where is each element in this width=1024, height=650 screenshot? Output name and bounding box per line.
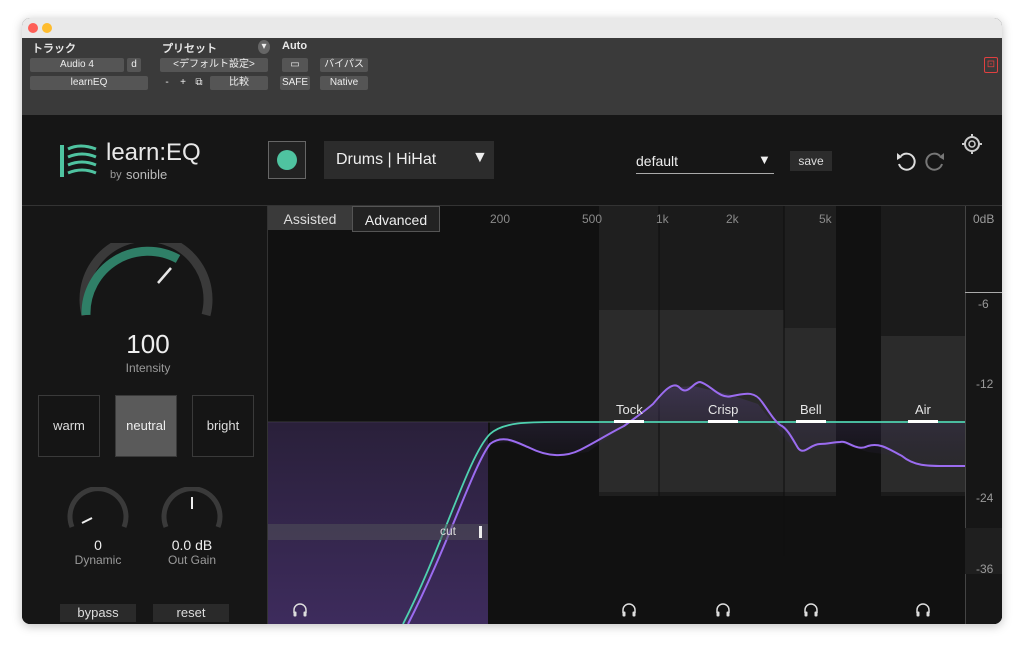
plugin-window: トラック プリセット Auto ▾ Audio 4 d learnEQ <デフォ… <box>22 18 1002 624</box>
band-label-air[interactable]: Air <box>915 402 931 417</box>
minimize-window-button[interactable] <box>42 23 52 33</box>
logo-text: learn:EQ <box>106 139 201 166</box>
learn-indicator-icon <box>277 150 297 170</box>
preset-value: default <box>636 153 679 169</box>
profile-dropdown[interactable]: Drums | HiHat ▼ <box>324 141 494 179</box>
tab-assisted[interactable]: Assisted <box>268 206 352 230</box>
headphones-icon[interactable] <box>803 602 819 618</box>
reset-button[interactable]: reset <box>153 604 229 622</box>
dynamic-knob[interactable] <box>66 487 130 531</box>
close-window-button[interactable] <box>28 23 38 33</box>
chevron-down-icon: ▼ <box>472 149 488 166</box>
db-label-12: -12 <box>976 377 994 391</box>
bypass-button[interactable]: bypass <box>60 604 136 622</box>
freq-label-500: 500 <box>582 212 603 226</box>
intensity-knob[interactable] <box>78 243 218 343</box>
outgain-label: Out Gain <box>167 553 217 567</box>
copy-settings-icon[interactable]: ⧉ <box>192 76 206 90</box>
title-bar <box>22 18 1002 38</box>
freq-label-1k: 1k <box>656 212 669 226</box>
preset-minus-button[interactable]: - <box>160 76 174 90</box>
auto-window-icon[interactable]: ▭ <box>282 58 308 72</box>
logo-by: by <box>110 169 122 181</box>
cut-label: cut <box>440 524 457 538</box>
native-label: Native <box>320 76 368 90</box>
save-button[interactable]: save <box>790 151 832 171</box>
intensity-value: 100 <box>126 329 170 359</box>
headphones-icon[interactable] <box>915 602 931 618</box>
compare-button[interactable]: 比較 <box>210 76 268 90</box>
tone-warm-button[interactable]: warm <box>38 395 100 457</box>
tone-neutral-button[interactable]: neutral <box>115 395 177 457</box>
redo-icon[interactable] <box>922 151 946 173</box>
learneq-plugin: learn:EQ by sonible Drums | HiHat ▼ defa… <box>22 115 1002 624</box>
logo-brand: sonible <box>126 167 168 182</box>
preset-plus-button[interactable]: + <box>176 76 190 90</box>
band-label-bell[interactable]: Bell <box>800 402 822 417</box>
headphones-icon[interactable] <box>715 602 731 618</box>
host-bypass-button[interactable]: バイパス <box>320 58 368 72</box>
track-mode[interactable]: d <box>127 58 141 72</box>
freq-label-200: 200 <box>490 212 511 226</box>
learn-button[interactable] <box>268 141 306 179</box>
preset-dropdown[interactable]: default ▼ <box>636 151 774 174</box>
cut-handle[interactable] <box>479 526 482 538</box>
auto-label: Auto <box>282 40 308 52</box>
logo-icon <box>60 144 97 177</box>
preset-selector[interactable]: <デフォルト設定> <box>160 58 268 72</box>
headphones-icon[interactable] <box>292 602 308 618</box>
band-label-tock[interactable]: Tock <box>616 402 643 417</box>
headphones-icon[interactable] <box>621 602 637 618</box>
band-label-crisp[interactable]: Crisp <box>708 402 738 417</box>
undo-icon[interactable] <box>895 151 919 173</box>
insert-selector[interactable]: learnEQ <box>30 76 148 90</box>
db-scale-marker <box>965 292 1002 293</box>
preset-header-spacer <box>160 40 270 54</box>
chevron-down-icon: ▼ <box>758 152 771 167</box>
db-label-0: 0dB <box>973 212 995 226</box>
tone-bright-button[interactable]: bright <box>192 395 254 457</box>
db-label-36: -36 <box>976 562 994 576</box>
outgain-value: 0.0 dB <box>171 537 213 553</box>
tab-advanced[interactable]: Advanced <box>352 206 440 232</box>
freq-label-2k: 2k <box>726 212 739 226</box>
outgain-knob[interactable] <box>160 487 224 531</box>
dynamic-label: Dynamic <box>74 553 122 567</box>
plugin-lock-icon[interactable]: ⊡ <box>984 57 998 73</box>
track-selector[interactable]: Audio 4 <box>30 58 124 72</box>
track-label: トラック <box>32 43 76 55</box>
safe-button[interactable]: SAFE <box>280 76 310 90</box>
dynamic-value: 0 <box>94 537 102 553</box>
gear-icon[interactable] <box>961 133 983 155</box>
host-plugin-header: トラック プリセット Auto ▾ Audio 4 d learnEQ <デフォ… <box>22 38 1002 115</box>
intensity-label: Intensity <box>125 361 171 375</box>
freq-label-5k: 5k <box>819 212 832 226</box>
profile-value: Drums | HiHat <box>336 151 437 168</box>
cut-slider[interactable]: cut <box>268 524 488 540</box>
eq-display[interactable]: Assisted Advanced 200 500 1k 2k 5k Tock … <box>267 206 1002 624</box>
db-label-6: -6 <box>978 297 989 311</box>
db-label-24: -24 <box>976 491 994 505</box>
preset-menu-icon[interactable]: ▾ <box>258 40 270 54</box>
